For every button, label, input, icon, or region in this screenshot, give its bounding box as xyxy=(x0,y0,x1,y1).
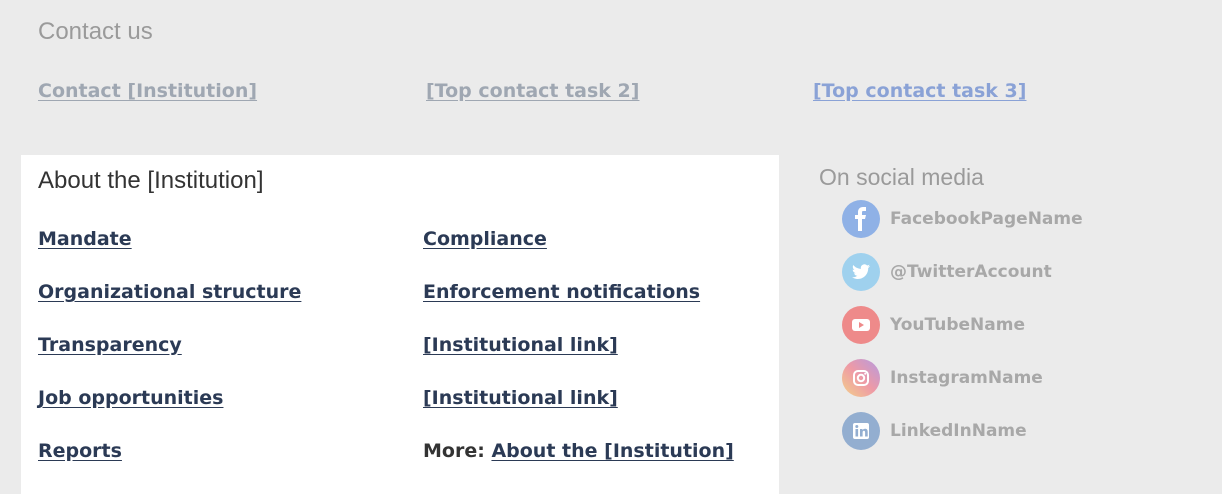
contact-section: Contact us Contact [Institution] [Top co… xyxy=(0,0,1222,150)
reports-link[interactable]: Reports xyxy=(38,440,122,462)
more-about: More: About the [Institution] xyxy=(423,440,734,462)
contact-title: Contact us xyxy=(38,18,153,45)
institutional-link-2[interactable]: [Institutional link] xyxy=(423,387,618,409)
twitter-item[interactable]: @TwitterAccount xyxy=(842,253,1052,291)
mandate-link[interactable]: Mandate xyxy=(38,228,132,250)
youtube-icon xyxy=(842,306,880,344)
transparency-link[interactable]: Transparency xyxy=(38,334,182,356)
twitter-label[interactable]: @TwitterAccount xyxy=(890,262,1052,282)
twitter-icon xyxy=(842,253,880,291)
top-contact-task-3-link[interactable]: [Top contact task 3] xyxy=(813,80,1026,102)
instagram-item[interactable]: InstagramName xyxy=(842,359,1043,397)
organizational-structure-link[interactable]: Organizational structure xyxy=(38,281,301,303)
contact-institution-link[interactable]: Contact [Institution] xyxy=(38,80,257,102)
about-section: About the [Institution] Mandate Organiza… xyxy=(21,155,779,494)
linkedin-icon xyxy=(842,412,880,450)
about-institution-link[interactable]: About the [Institution] xyxy=(491,440,733,462)
job-opportunities-link[interactable]: Job opportunities xyxy=(38,387,223,409)
enforcement-notifications-link[interactable]: Enforcement notifications xyxy=(423,281,700,303)
institutional-link-1[interactable]: [Institutional link] xyxy=(423,334,618,356)
linkedin-item[interactable]: LinkedInName xyxy=(842,412,1027,450)
linkedin-label[interactable]: LinkedInName xyxy=(890,421,1027,441)
top-contact-task-2-link[interactable]: [Top contact task 2] xyxy=(426,80,639,102)
instagram-icon xyxy=(842,359,880,397)
instagram-label[interactable]: InstagramName xyxy=(890,368,1043,388)
compliance-link[interactable]: Compliance xyxy=(423,228,547,250)
facebook-icon xyxy=(842,200,880,238)
social-media-section: On social media FacebookPageName @Twitte… xyxy=(779,150,1222,494)
about-title: About the [Institution] xyxy=(38,167,264,194)
youtube-label[interactable]: YouTubeName xyxy=(890,315,1025,335)
more-prefix: More: xyxy=(423,440,485,462)
youtube-item[interactable]: YouTubeName xyxy=(842,306,1025,344)
social-title: On social media xyxy=(819,164,984,190)
facebook-label[interactable]: FacebookPageName xyxy=(890,209,1083,229)
facebook-item[interactable]: FacebookPageName xyxy=(842,200,1083,238)
